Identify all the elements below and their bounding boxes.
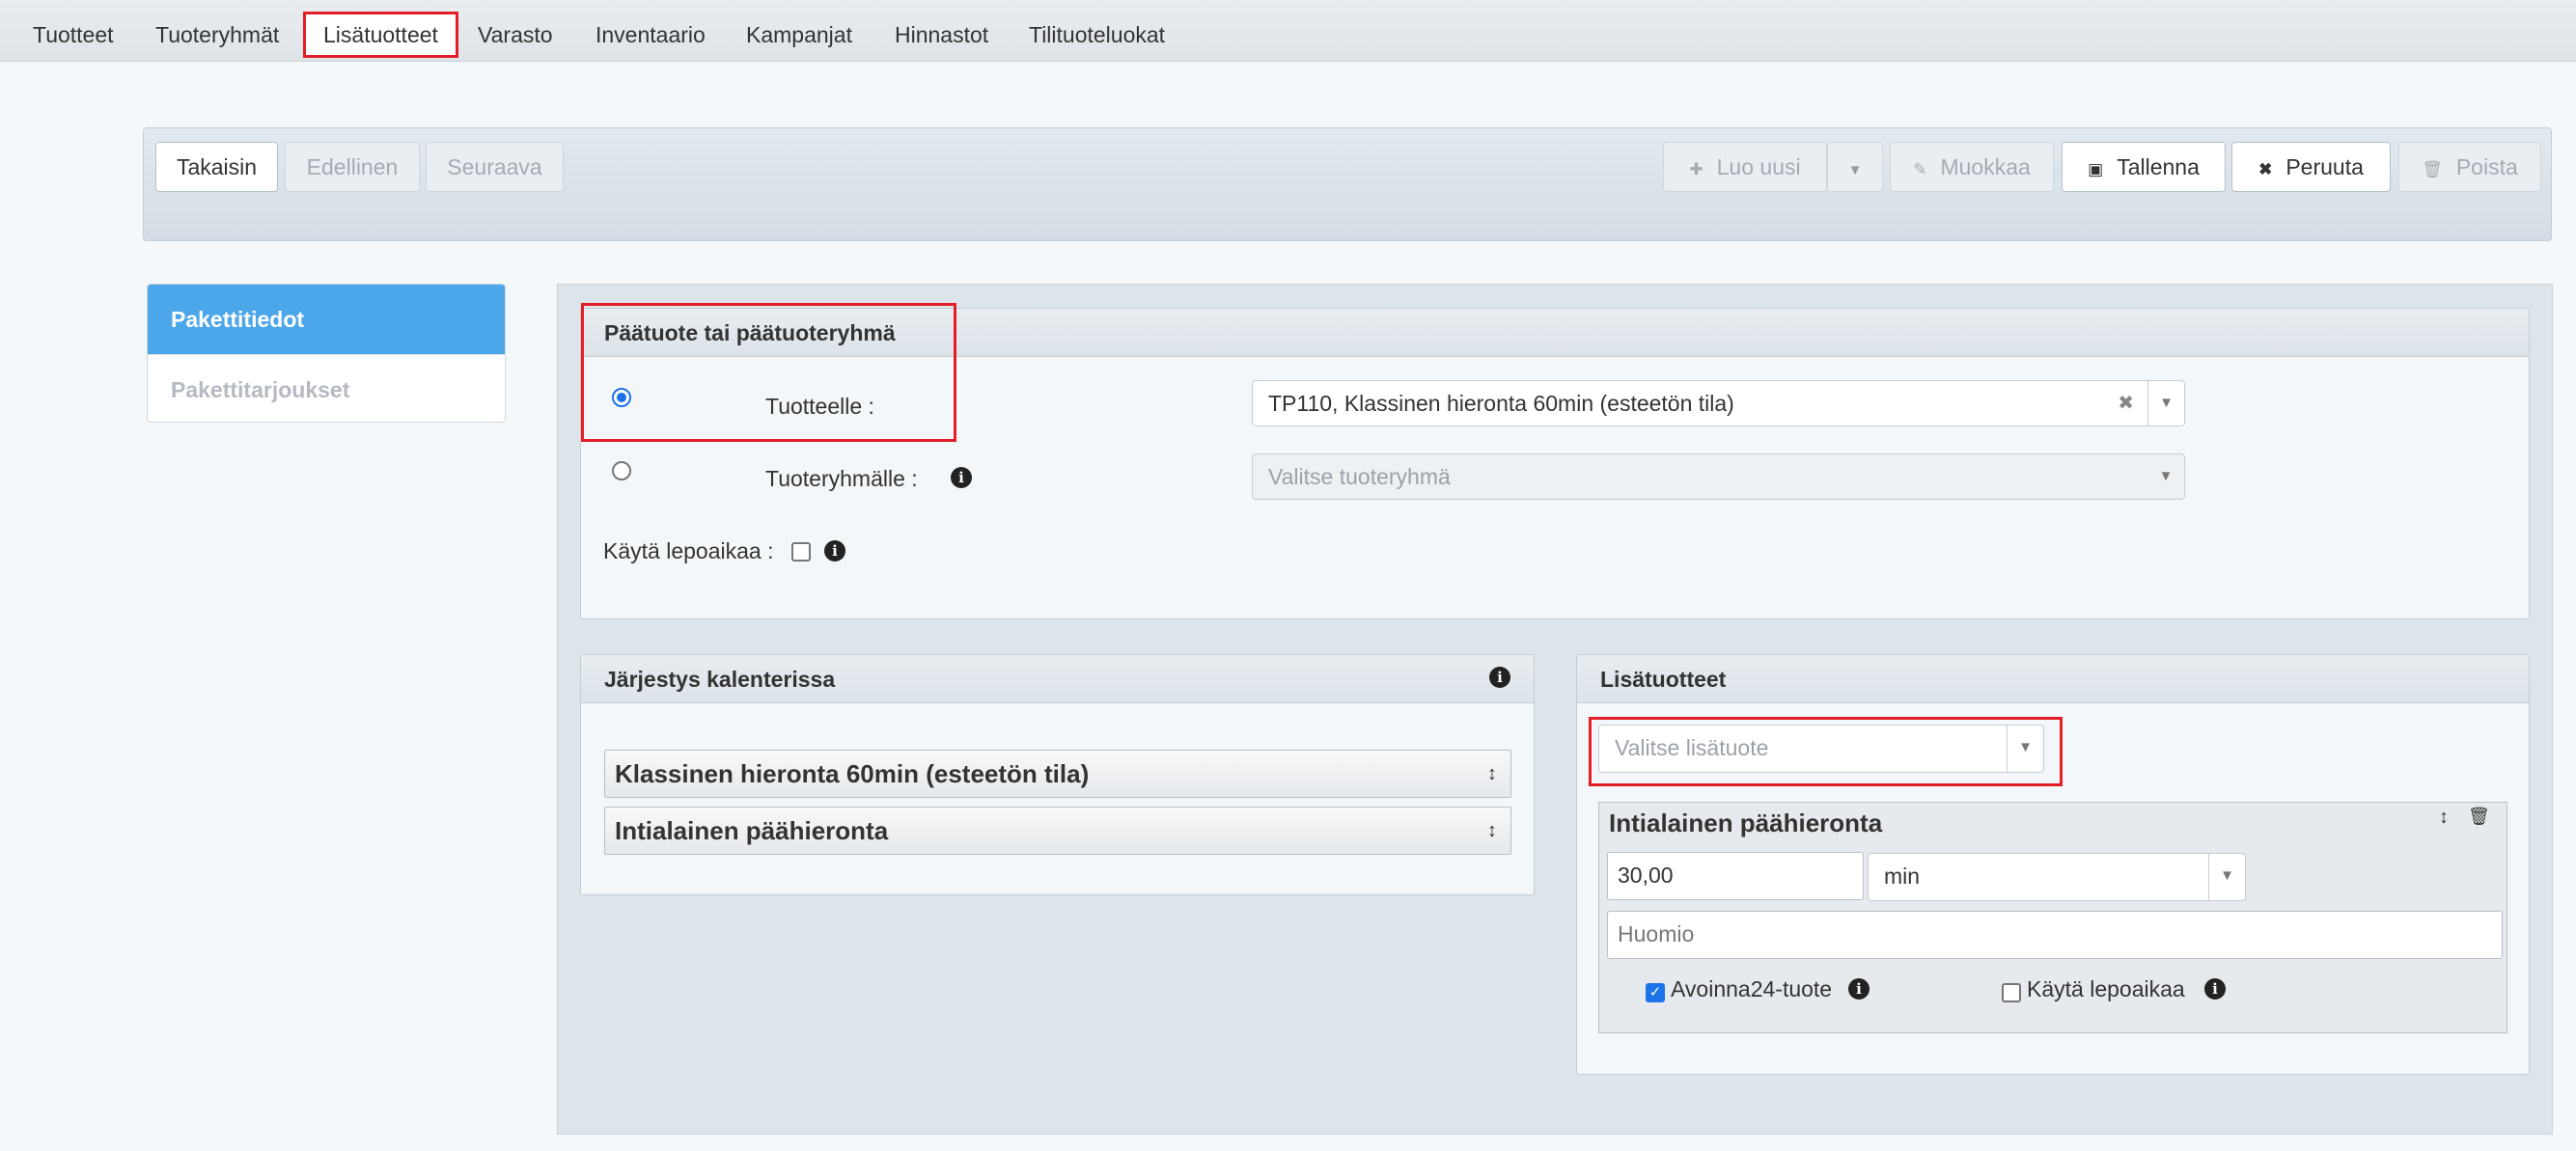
group-radio[interactable] [612, 461, 631, 480]
rest-checkbox[interactable] [791, 542, 811, 562]
save-label: Tallenna [2117, 154, 2200, 179]
create-new-label: Luo uusi [1716, 154, 1801, 179]
tab-varasto[interactable]: Varasto [460, 12, 570, 58]
floppy-icon: ▣ [2088, 160, 2104, 178]
plus-icon: ✚ [1689, 160, 1703, 178]
list-item[interactable]: Intialainen päähieronta ↕ [604, 807, 1511, 855]
clear-icon[interactable]: ✖ [2118, 381, 2134, 425]
chevron-down-icon[interactable]: ▼ [2007, 726, 2043, 772]
trash-icon: 🗑 [2422, 160, 2443, 178]
open24-checkbox[interactable]: ✓ [1646, 983, 1665, 1002]
rest-label: Käytä lepoaikaa : [603, 538, 774, 563]
main-product-header: Päätuote tai päätuoteryhmä [581, 309, 2529, 357]
tab-kampanjat[interactable]: Kampanjat [729, 12, 870, 58]
sidebar: Pakettitiedot Pakettitarjoukset [147, 284, 506, 423]
info-icon[interactable]: i [824, 540, 845, 562]
calendar-item-label: Intialainen päähieronta [615, 816, 889, 845]
tab-hinnastot[interactable]: Hinnastot [877, 12, 1006, 58]
close-icon: ✖ [2258, 160, 2273, 178]
info-icon[interactable]: i [1489, 667, 1510, 688]
calendar-item-label: Klassinen hieronta 60min (esteetön tila) [615, 759, 1090, 788]
unit-select[interactable]: min ▼ [1868, 853, 2246, 901]
sidebar-item-pakettitiedot[interactable]: Pakettitiedot [148, 285, 505, 354]
open24-label: Avoinna24-tuote [1671, 976, 1833, 1001]
cancel-label: Peruuta [2285, 154, 2364, 179]
sort-icon[interactable]: ↕ [1487, 751, 1497, 797]
edit-button[interactable]: ✎ Muokkaa [1890, 142, 2054, 192]
product-radio[interactable] [612, 388, 631, 407]
main-product-box: Päätuote tai päätuoteryhmä Tuotteelle : … [580, 308, 2530, 619]
tab-tuotteet[interactable]: Tuotteet [15, 12, 131, 58]
product-label: Tuotteelle : [765, 394, 874, 419]
cancel-button[interactable]: ✖ Peruuta [2231, 142, 2391, 192]
addon-rest-label: Käytä lepoaikaa [2027, 976, 2185, 1001]
tab-tuoteryhmat[interactable]: Tuoteryhmät [138, 12, 296, 58]
sidebar-item-pakettitarjoukset[interactable]: Pakettitarjoukset [148, 354, 505, 422]
create-new-button[interactable]: ✚ Luo uusi [1663, 142, 1827, 192]
trash-icon[interactable]: 🗑 [2468, 807, 2490, 827]
note-input[interactable]: Huomio [1607, 911, 2503, 959]
back-button[interactable]: Takaisin [155, 142, 278, 192]
info-icon[interactable]: i [2204, 978, 2226, 1000]
sort-icon[interactable]: ↕ [1487, 808, 1497, 854]
pencil-icon: ✎ [1913, 160, 1927, 178]
duration-input[interactable]: 30,00 [1607, 852, 1864, 900]
delete-button[interactable]: 🗑 Poista [2398, 142, 2541, 192]
create-new-dropdown-button[interactable]: ▼ [1827, 142, 1883, 192]
top-nav: Tuotteet Tuoteryhmät Lisätuotteet Varast… [0, 0, 2576, 62]
toolbar: Takaisin Edellinen Seuraava ✚ Luo uusi ▼ … [143, 127, 2552, 241]
unit-select-value: min [1884, 863, 1921, 889]
save-button[interactable]: ▣ Tallenna [2062, 142, 2226, 192]
tab-inventaario[interactable]: Inventaario [578, 12, 723, 58]
calendar-order-header: Järjestys kalenterissa i [581, 655, 1534, 703]
info-icon[interactable]: i [1848, 978, 1870, 1000]
info-icon[interactable]: i [951, 467, 972, 488]
chevron-down-icon[interactable]: ▼ [2208, 854, 2245, 900]
edit-label: Muokkaa [1940, 154, 2031, 179]
main-panel: Päätuote tai päätuoteryhmä Tuotteelle : … [557, 284, 2553, 1135]
addon-item-title: Intialainen päähieronta [1609, 808, 1883, 837]
sort-icon[interactable]: ↕ [2439, 807, 2449, 829]
caret-down-icon: ▼ [1847, 162, 1863, 178]
group-select-placeholder: Valitse tuoteryhmä [1268, 464, 1451, 489]
group-select[interactable]: Valitse tuoteryhmä ▼ [1252, 453, 2185, 500]
delete-label: Poista [2455, 154, 2518, 179]
tab-lisatuotteet[interactable]: Lisätuotteet [303, 12, 458, 58]
next-button[interactable]: Seuraava [426, 142, 564, 192]
group-label: Tuoteryhmälle : [765, 466, 918, 491]
addons-box: Lisätuotteet Valitse lisätuote ▼ Intiala… [1576, 654, 2530, 1075]
list-item[interactable]: Klassinen hieronta 60min (esteetön tila)… [604, 750, 1511, 798]
addon-select-placeholder: Valitse lisätuote [1615, 735, 1769, 760]
tab-tilituoteluokat[interactable]: Tilituoteluokat [1011, 12, 1182, 58]
addon-item-card: Intialainen päähieronta ↕ 🗑 30,00 min ▼ … [1598, 802, 2507, 1033]
calendar-order-box: Järjestys kalenterissa i Klassinen hiero… [580, 654, 1535, 895]
product-select[interactable]: TP110, Klassinen hieronta 60min (esteetö… [1252, 380, 2185, 426]
addon-rest-checkbox[interactable] [2002, 983, 2021, 1002]
previous-button[interactable]: Edellinen [285, 142, 420, 192]
product-select-value: TP110, Klassinen hieronta 60min (esteetö… [1268, 391, 1734, 416]
calendar-order-title: Järjestys kalenterissa [604, 667, 836, 692]
chevron-down-icon[interactable]: ▼ [2147, 381, 2184, 425]
addon-select[interactable]: Valitse lisätuote ▼ [1598, 725, 2044, 773]
addons-header: Lisätuotteet [1577, 655, 2529, 703]
chevron-down-icon[interactable]: ▼ [2147, 454, 2184, 499]
